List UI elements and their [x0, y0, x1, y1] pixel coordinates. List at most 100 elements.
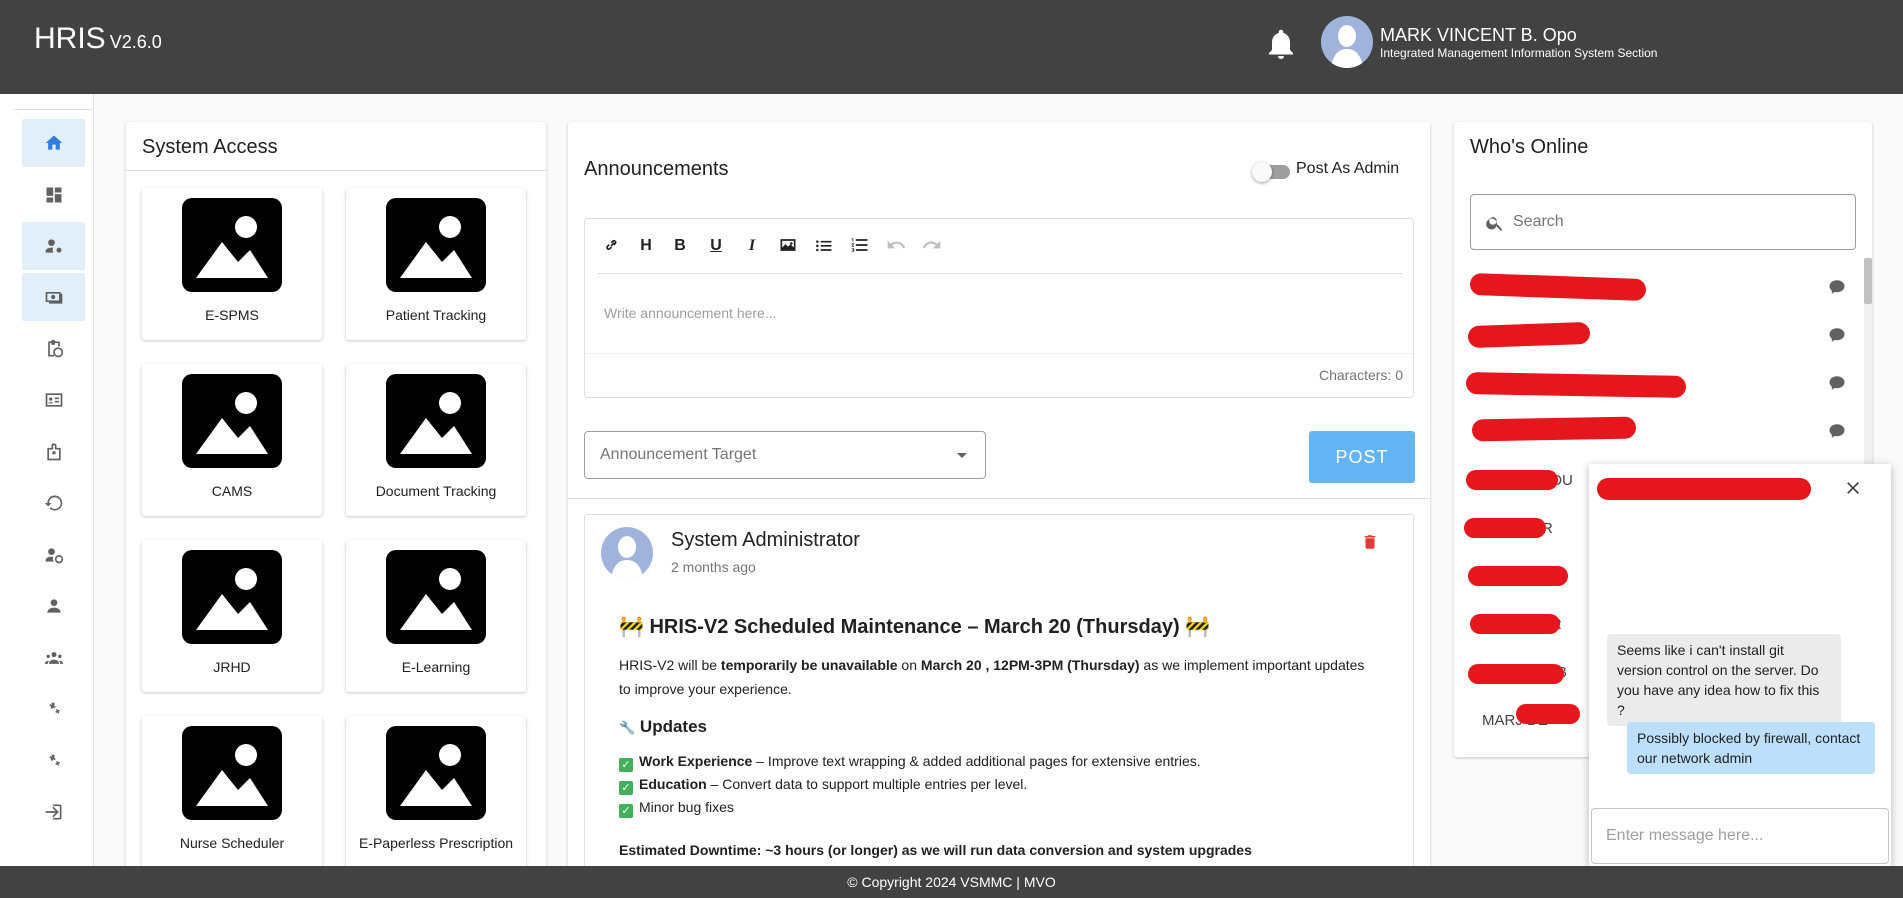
card-divider — [126, 170, 546, 171]
downtime-line: Estimated Downtime: ~3 hours (or longer)… — [619, 842, 1252, 858]
post-time: 2 months ago — [671, 559, 756, 575]
announcement-target-placeholder: Announcement Target — [600, 446, 757, 463]
post-intro: HRIS-V2 will be temporarily be unavailab… — [619, 657, 1365, 697]
id-card-icon — [45, 393, 62, 407]
delete-trash-icon[interactable] — [1361, 531, 1379, 553]
top-app-bar: HRIS V2.6.0 MARK VINCENT B. Opo Integrate… — [0, 0, 1903, 94]
image-placeholder-icon — [182, 198, 282, 292]
link-icon[interactable] — [601, 235, 623, 257]
redaction-mark — [1597, 478, 1811, 500]
payroll-icon — [45, 292, 62, 304]
chat-bubble-icon[interactable] — [1828, 278, 1846, 296]
toggle-thumb — [1252, 162, 1272, 182]
underline-icon[interactable]: U — [705, 235, 727, 257]
nav-id-card[interactable] — [22, 376, 85, 424]
chat-bubble-icon[interactable] — [1828, 422, 1846, 440]
nav-admin-settings[interactable] — [22, 737, 85, 785]
announcement-target-select[interactable]: Announcement Target — [584, 431, 986, 479]
history-icon — [44, 495, 62, 511]
announcements-title: Announcements — [584, 158, 729, 180]
update-item: ✓ Minor bug fixes — [619, 796, 1379, 819]
nav-employees[interactable] — [22, 634, 85, 682]
app-tile-nurse-scheduler[interactable]: Nurse Scheduler — [142, 716, 322, 868]
redaction-mark — [1464, 518, 1546, 538]
notification-bell-icon[interactable] — [1263, 24, 1299, 64]
app-tile-espms[interactable]: E-SPMS — [142, 188, 322, 340]
post-as-admin-toggle[interactable] — [1250, 160, 1294, 184]
online-user-row[interactable] — [1468, 412, 1848, 452]
wrench-icon: 🔧 — [619, 720, 636, 735]
whos-online-title: Who's Online — [1470, 136, 1589, 158]
redaction-mark — [1470, 614, 1560, 634]
online-user-row[interactable] — [1465, 364, 1848, 404]
image-placeholder-icon — [386, 374, 486, 468]
app-tile-label: JRHD — [213, 659, 251, 675]
update-item: ✓ Education – Convert data to support mul… — [619, 773, 1379, 796]
chat-bubble-icon[interactable] — [1828, 374, 1846, 392]
nav-settings[interactable] — [22, 685, 85, 733]
nav-dashboard[interactable] — [22, 171, 85, 219]
close-icon[interactable] — [1843, 478, 1863, 498]
post-button[interactable]: POST — [1309, 431, 1415, 483]
person-icon — [46, 599, 61, 613]
dashboard-icon — [46, 187, 61, 203]
image-placeholder-icon — [182, 726, 282, 820]
italic-icon[interactable]: I — [741, 235, 763, 257]
redaction-mark — [1471, 416, 1637, 442]
chat-message-outgoing: Possibly blocked by firewall, contact ou… — [1627, 722, 1875, 774]
construction-icon: 🚧 — [1185, 616, 1211, 638]
bold-icon[interactable]: B — [669, 235, 691, 257]
app-tile-e-paperless-prescription[interactable]: E-Paperless Prescription — [346, 716, 526, 868]
online-user-row[interactable] — [1467, 316, 1848, 356]
nav-user-management[interactable] — [22, 222, 85, 270]
nav-home[interactable] — [22, 119, 85, 167]
search-placeholder: Search — [1513, 213, 1564, 230]
image-icon[interactable] — [777, 235, 799, 257]
group-icon — [44, 652, 63, 664]
character-count: Characters: 0 — [1318, 367, 1403, 383]
nav-profile[interactable] — [22, 582, 85, 630]
app-tile-document-tracking[interactable]: Document Tracking — [346, 364, 526, 516]
user-avatar[interactable] — [1321, 16, 1373, 68]
nav-history[interactable] — [22, 479, 85, 527]
heading-icon[interactable]: H — [635, 235, 657, 257]
nav-attendance[interactable] — [22, 531, 85, 579]
sidenav-divider — [14, 109, 92, 110]
announcement-post: System Administrator 2 months ago 🚧 HRIS… — [584, 514, 1414, 894]
announcements-card: Announcements Post As Admin H B U I Writ… — [568, 122, 1430, 894]
nav-payroll[interactable] — [22, 273, 85, 321]
user-name[interactable]: MARK VINCENT B. Opo — [1380, 25, 1577, 46]
app-tile-e-learning[interactable]: E-Learning — [346, 540, 526, 692]
numbered-list-icon[interactable] — [849, 235, 871, 257]
nav-schedule[interactable] — [22, 325, 85, 373]
nav-logout[interactable] — [22, 788, 85, 836]
scrollbar-thumb[interactable] — [1864, 258, 1872, 304]
redaction-mark — [1468, 664, 1564, 684]
check-icon: ✓ — [619, 758, 633, 772]
user-search-input[interactable]: Search — [1470, 194, 1856, 250]
nav-badge[interactable] — [22, 428, 85, 476]
bullet-list-icon[interactable] — [813, 235, 835, 257]
app-tile-label: Document Tracking — [375, 483, 497, 499]
app-name: HRIS — [34, 22, 106, 55]
redo-icon[interactable] — [921, 235, 943, 257]
post-body: 🚧 HRIS-V2 Scheduled Maintenance – March … — [619, 615, 1379, 862]
user-clock-icon — [45, 548, 63, 564]
app-tile-jrhd[interactable]: JRHD — [142, 540, 322, 692]
app-tile-patient-tracking[interactable]: Patient Tracking — [346, 188, 526, 340]
chat-window: Seems like i can't install git version c… — [1589, 464, 1891, 866]
undo-icon[interactable] — [885, 235, 907, 257]
side-navigation — [0, 94, 94, 866]
toolbar-divider — [597, 273, 1403, 274]
app-tile-label: E-SPMS — [205, 307, 259, 323]
post-author: System Administrator — [671, 529, 860, 551]
online-user-row[interactable] — [1468, 268, 1848, 308]
app-brand[interactable]: HRIS V2.6.0 — [34, 22, 162, 56]
post-heading: 🚧 HRIS-V2 Scheduled Maintenance – March … — [619, 615, 1379, 639]
chat-message-input[interactable]: Enter message here... — [1591, 808, 1889, 864]
image-placeholder-icon — [386, 550, 486, 644]
announcement-text-input[interactable]: Write announcement here... — [604, 305, 777, 321]
chat-bubble-icon[interactable] — [1828, 326, 1846, 344]
app-tile-label: E-Paperless Prescription — [358, 835, 514, 851]
app-tile-cams[interactable]: CAMS — [142, 364, 322, 516]
